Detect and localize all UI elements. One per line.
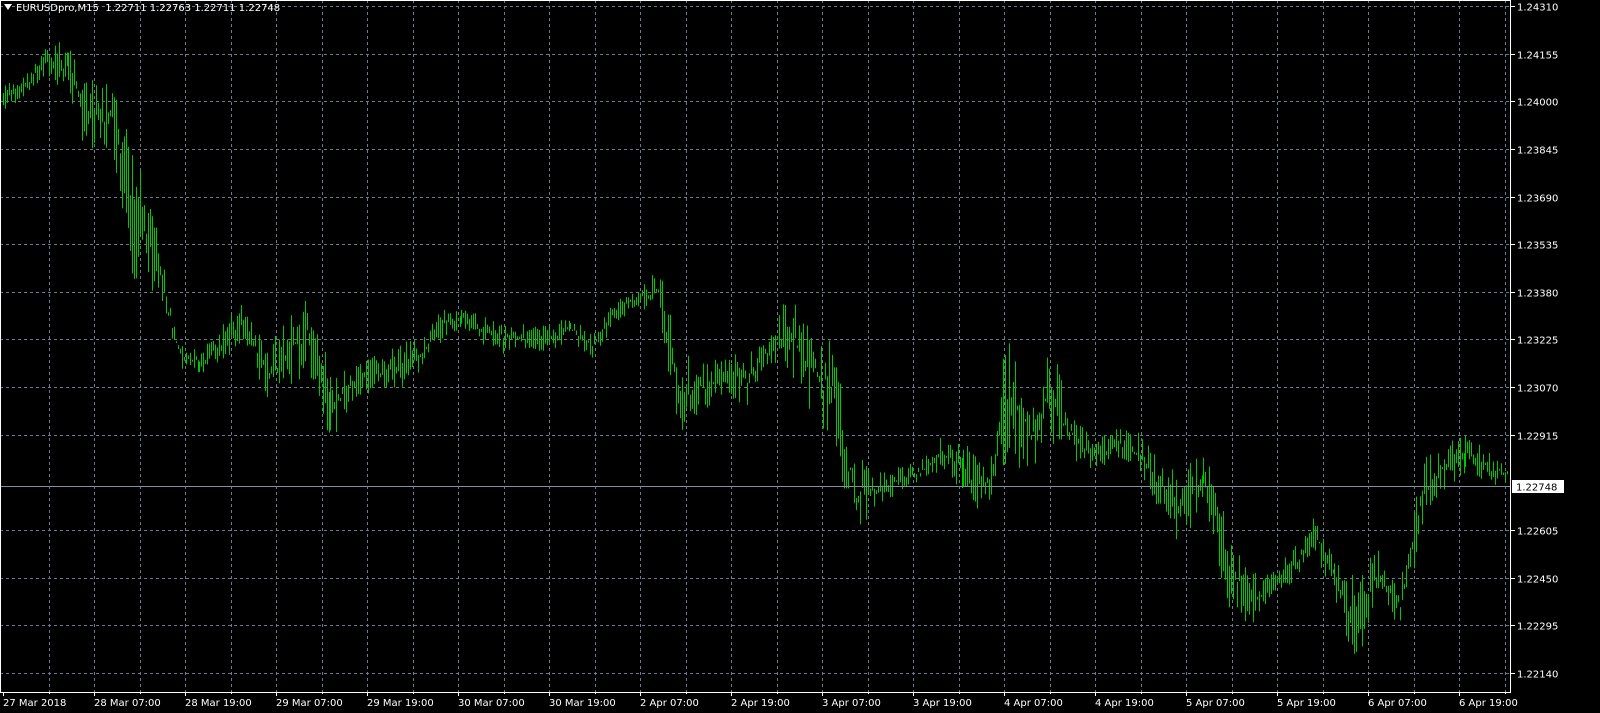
time-axis[interactable]: 27 Mar 2018 28 Mar 07:00 28 Mar 19:00 29 Ma… — [3, 692, 1518, 709]
x-tick-label: 2 Apr 19:00 — [731, 698, 790, 709]
y-tick-label: 1.24310 — [1517, 3, 1558, 14]
y-tick-label: 1.22450 — [1517, 575, 1558, 586]
x-tick-label: 6 Apr 19:00 — [1459, 698, 1518, 709]
y-tick-label: 1.22295 — [1517, 622, 1558, 633]
price-bars — [3, 42, 1508, 654]
current-price-value: 1.22748 — [1516, 483, 1557, 494]
y-tick-label: 1.22605 — [1517, 527, 1558, 538]
x-tick-label: 28 Mar 07:00 — [94, 698, 161, 709]
price-chart[interactable]: 1.24310 1.24155 1.24000 1.23845 1.23690 1.235… — [0, 0, 1600, 713]
price-axis[interactable]: 1.24310 1.24155 1.24000 1.23845 1.23690 1.235… — [1511, 3, 1558, 681]
x-tick-label: 3 Apr 07:00 — [822, 698, 881, 709]
x-tick-label: 30 Mar 19:00 — [549, 698, 616, 709]
x-tick-label: 5 Apr 19:00 — [1277, 698, 1336, 709]
x-tick-label: 2 Apr 07:00 — [640, 698, 699, 709]
y-tick-label: 1.23380 — [1517, 289, 1558, 300]
y-tick-label: 1.24000 — [1517, 98, 1558, 109]
symbol-label: EURUSDpro,M15 — [16, 3, 99, 14]
y-tick-label: 1.22140 — [1517, 670, 1558, 681]
y-tick-label: 1.22915 — [1517, 432, 1558, 443]
y-tick-label: 1.23070 — [1517, 384, 1558, 395]
x-tick-label: 28 Mar 19:00 — [185, 698, 252, 709]
grid — [0, 0, 1511, 692]
current-price-label: 1.22748 — [1512, 480, 1564, 494]
chart-title: EURUSDpro,M15 1.22711 1.22763 1.22711 1.… — [4, 3, 280, 14]
ohlc-values: 1.22711 1.22763 1.22711 1.22748 — [105, 3, 281, 14]
y-tick-label: 1.23225 — [1517, 336, 1558, 347]
triangle-down-icon[interactable] — [4, 4, 12, 10]
y-tick-label: 1.23845 — [1517, 146, 1558, 157]
x-tick-label: 5 Apr 07:00 — [1186, 698, 1245, 709]
y-tick-label: 1.24155 — [1517, 51, 1558, 62]
x-tick-label: 6 Apr 07:00 — [1368, 698, 1427, 709]
x-tick-label: 29 Mar 07:00 — [276, 698, 343, 709]
x-tick-label: 30 Mar 07:00 — [458, 698, 525, 709]
y-tick-label: 1.23690 — [1517, 194, 1558, 205]
y-tick-label: 1.23535 — [1517, 241, 1558, 252]
x-tick-label: 29 Mar 19:00 — [367, 698, 434, 709]
plot-border — [0, 0, 1511, 693]
x-tick-label: 3 Apr 19:00 — [913, 698, 972, 709]
x-tick-label: 27 Mar 2018 — [3, 698, 66, 709]
x-tick-label: 4 Apr 19:00 — [1095, 698, 1154, 709]
x-tick-label: 4 Apr 07:00 — [1004, 698, 1063, 709]
